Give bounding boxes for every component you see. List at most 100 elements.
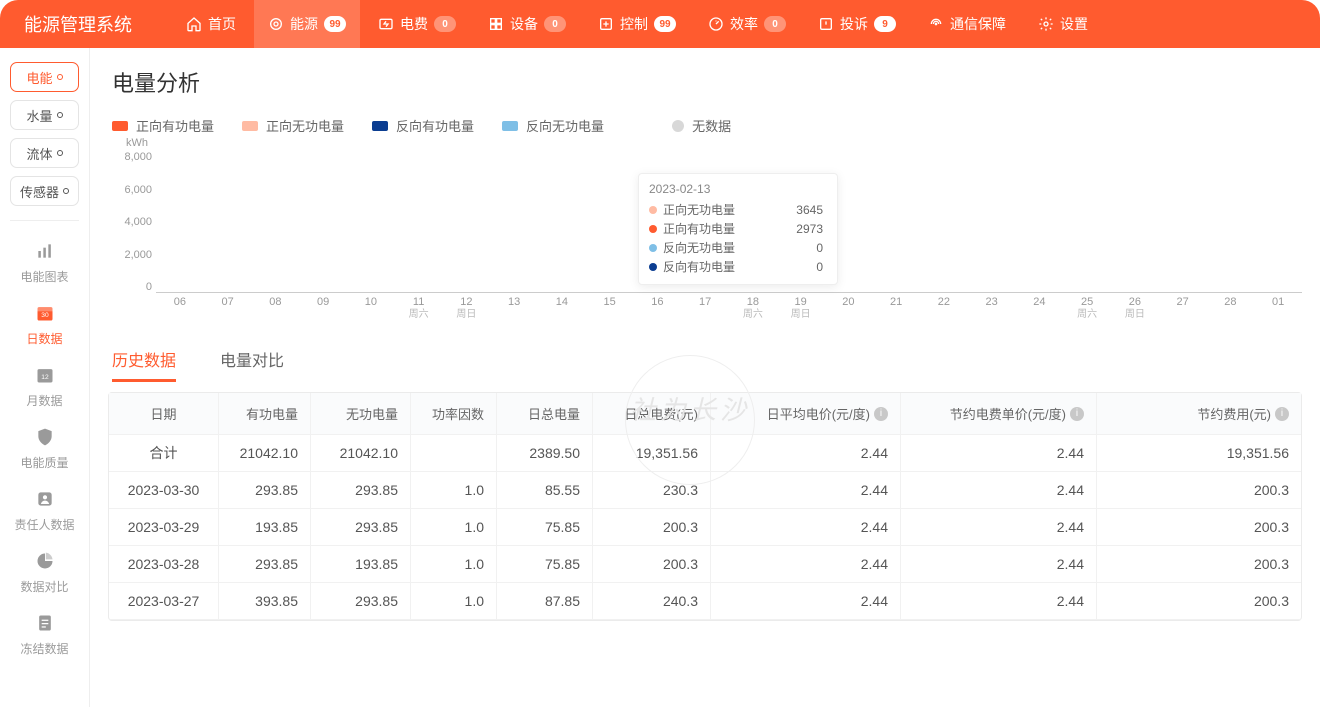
td: 200.3 xyxy=(1097,583,1301,619)
bar-column[interactable] xyxy=(204,151,252,292)
tooltip-label: 正向有功电量 xyxy=(663,220,735,237)
sidebar-label: 责任人数据 xyxy=(14,516,74,533)
table-row[interactable]: 2023-03-30293.85293.851.085.55230.32.442… xyxy=(109,472,1301,509)
nav-item-home[interactable]: 首页 xyxy=(172,0,250,48)
td: 2.44 xyxy=(901,472,1097,508)
bar-column[interactable] xyxy=(920,151,968,292)
td: 293.85 xyxy=(311,583,411,619)
bar-column[interactable] xyxy=(395,151,443,292)
nav-item-signal[interactable]: 通信保障 xyxy=(914,0,1020,48)
nav-item-device[interactable]: 设备0 xyxy=(474,0,580,48)
td: 合计 xyxy=(109,435,219,471)
tooltip-value: 3645 xyxy=(796,203,823,217)
chart-unit: kWh xyxy=(126,137,148,149)
info-icon[interactable]: i xyxy=(1275,407,1289,421)
td: 21042.10 xyxy=(311,435,411,471)
th: 日期 xyxy=(109,393,219,434)
sidebar-item-pie[interactable]: 数据对比 xyxy=(10,541,79,603)
th: 有功电量 xyxy=(219,393,311,434)
bar-column[interactable] xyxy=(586,151,634,292)
nav-badge: 99 xyxy=(324,16,346,32)
td: 21042.10 xyxy=(219,435,311,471)
bar-column[interactable] xyxy=(1207,151,1255,292)
nav-item-money[interactable]: 电费0 xyxy=(364,0,470,48)
td: 1.0 xyxy=(411,583,497,619)
bar-column[interactable] xyxy=(872,151,920,292)
td: 2023-03-27 xyxy=(109,583,219,619)
sidebar-item-doc[interactable]: 冻结数据 xyxy=(10,603,79,665)
nav-item-gear[interactable]: 设置 xyxy=(1024,0,1102,48)
category-btn[interactable]: 电能 xyxy=(10,62,79,92)
td: 2.44 xyxy=(711,472,901,508)
sidebar-label: 日数据 xyxy=(26,330,62,347)
legend-item[interactable]: 反向有功电量 xyxy=(372,116,474,135)
td: 200.3 xyxy=(1097,472,1301,508)
legend-swatch-nodata xyxy=(672,120,684,132)
person-icon xyxy=(35,489,55,514)
legend-item[interactable]: 正向有功电量 xyxy=(112,116,214,135)
td: 2.44 xyxy=(901,509,1097,545)
nav-item-target[interactable]: 能源99 xyxy=(254,0,360,48)
legend-item[interactable]: 正向无功电量 xyxy=(242,116,344,135)
bar-column[interactable] xyxy=(443,151,491,292)
bar-column[interactable] xyxy=(252,151,300,292)
bar-chart[interactable]: kWh 8,0006,0004,0002,0000 060708091011周六… xyxy=(108,141,1302,321)
sidebar-item-chart[interactable]: 电能图表 xyxy=(10,231,79,293)
home-icon xyxy=(186,16,202,32)
x-tick: 21 xyxy=(872,296,920,321)
svg-text:12: 12 xyxy=(41,374,49,381)
sidebar-item-day[interactable]: 30日数据 xyxy=(10,293,79,355)
nav-item-warn[interactable]: 投诉9 xyxy=(804,0,910,48)
nav-item-control[interactable]: 控制99 xyxy=(584,0,690,48)
table-row[interactable]: 合计21042.1021042.102389.5019,351.562.442.… xyxy=(109,435,1301,472)
target-icon xyxy=(268,16,284,32)
sidebar-item-person[interactable]: 责任人数据 xyxy=(10,479,79,541)
bar-column[interactable] xyxy=(538,151,586,292)
table-row[interactable]: 2023-03-28293.85193.851.075.85200.32.442… xyxy=(109,546,1301,583)
bar-column[interactable] xyxy=(299,151,347,292)
bar-column[interactable] xyxy=(968,151,1016,292)
th: 节约电费单价(元/度)i xyxy=(901,393,1097,434)
td: 75.85 xyxy=(497,509,593,545)
bar-column[interactable] xyxy=(1159,151,1207,292)
info-icon[interactable]: i xyxy=(1070,407,1084,421)
bar-column[interactable] xyxy=(1016,151,1064,292)
bar-column[interactable] xyxy=(1254,151,1302,292)
legend-item-nodata[interactable]: 无数据 xyxy=(672,116,731,135)
nav-label: 通信保障 xyxy=(950,14,1006,34)
td: 393.85 xyxy=(219,583,311,619)
td: 230.3 xyxy=(593,472,711,508)
bar-column[interactable] xyxy=(156,151,204,292)
sidebar-item-month[interactable]: 12月数据 xyxy=(10,355,79,417)
x-tick: 23 xyxy=(968,296,1016,321)
category-btn[interactable]: 水量 xyxy=(10,100,79,130)
x-tick: 01 xyxy=(1254,296,1302,321)
tab-history[interactable]: 历史数据 xyxy=(112,347,176,382)
sidebar-item-shield[interactable]: 电能质量 xyxy=(10,417,79,479)
bar-column[interactable] xyxy=(490,151,538,292)
category-btn[interactable]: 传感器 xyxy=(10,176,79,206)
bar-column[interactable] xyxy=(1063,151,1111,292)
info-icon[interactable]: i xyxy=(874,407,888,421)
legend-item[interactable]: 反向无功电量 xyxy=(502,116,604,135)
table-row[interactable]: 2023-03-29193.85293.851.075.85200.32.442… xyxy=(109,509,1301,546)
td: 19,351.56 xyxy=(593,435,711,471)
td: 200.3 xyxy=(1097,546,1301,582)
td: 293.85 xyxy=(219,472,311,508)
nav-item-speed[interactable]: 效率0 xyxy=(694,0,800,48)
td: 2023-03-29 xyxy=(109,509,219,545)
category-btn[interactable]: 流体 xyxy=(10,138,79,168)
bar-column[interactable] xyxy=(347,151,395,292)
td: 2.44 xyxy=(711,509,901,545)
tab-compare[interactable]: 电量对比 xyxy=(220,347,284,382)
th: 节约费用(元)i xyxy=(1097,393,1301,434)
table-row[interactable]: 2023-03-27393.85293.851.087.85240.32.442… xyxy=(109,583,1301,620)
x-tick: 11周六 xyxy=(395,296,443,321)
tooltip-row: 反向有功电量0 xyxy=(649,257,823,276)
bar-column[interactable] xyxy=(1111,151,1159,292)
nav-label: 设置 xyxy=(1060,14,1088,34)
nav-badge: 0 xyxy=(764,16,786,32)
nav-badge: 0 xyxy=(544,16,566,32)
doc-icon xyxy=(35,613,55,638)
td: 240.3 xyxy=(593,583,711,619)
